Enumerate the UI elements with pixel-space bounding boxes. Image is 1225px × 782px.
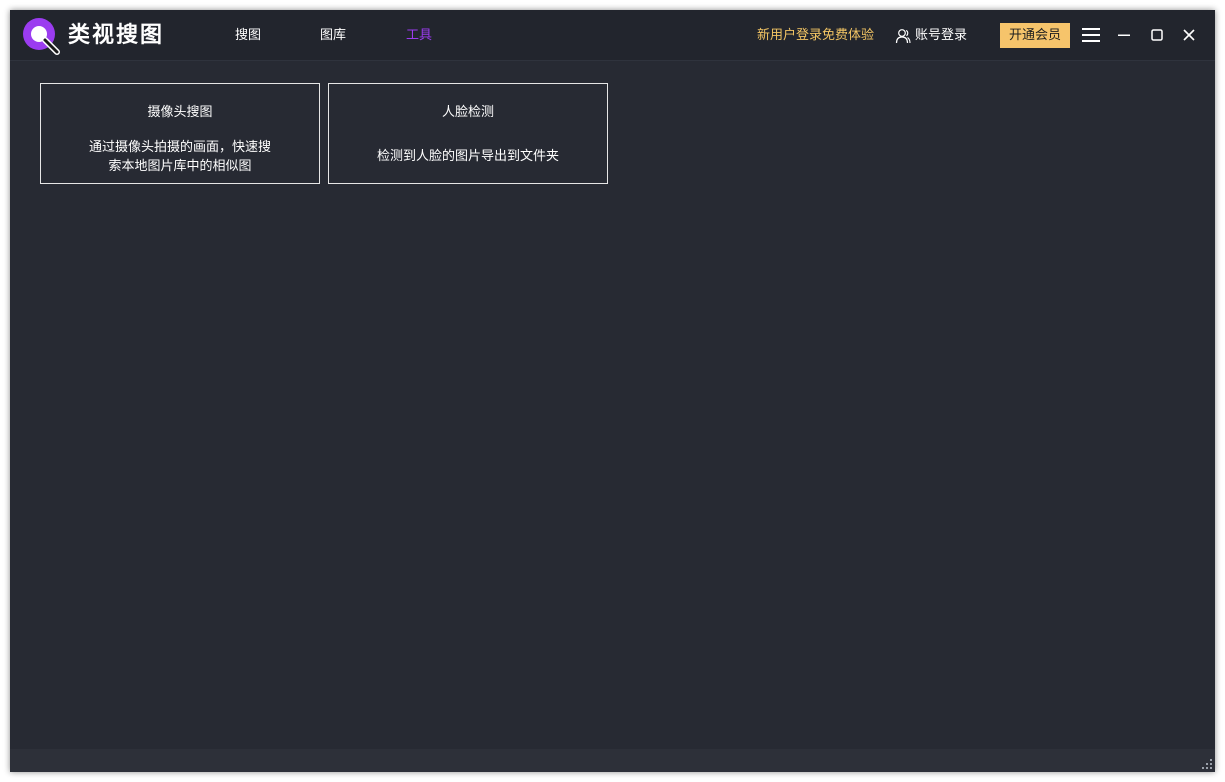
tool-card-title: 摄像头搜图	[147, 105, 213, 120]
tool-card-face-detection[interactable]: 人脸检测 检测到人脸的图片导出到文件夹	[328, 83, 608, 184]
maximize-icon[interactable]	[1146, 24, 1168, 46]
open-vip-button[interactable]: 开通会员	[1000, 23, 1070, 48]
tool-card-title: 人脸检测	[441, 105, 494, 120]
tab-tools[interactable]: 工具	[406, 26, 432, 46]
promo-login-link[interactable]: 新用户登录免费体验	[757, 26, 874, 46]
hamburger-menu-icon[interactable]	[1080, 24, 1102, 46]
tool-card-description: 检测到人脸的图片导出到文件夹	[376, 149, 559, 164]
app-title: 类视搜图	[68, 22, 165, 48]
account-login-label: 账号登录	[915, 28, 968, 43]
tab-gallery[interactable]: 图库	[320, 26, 346, 46]
user-icon	[895, 29, 911, 44]
title-bar[interactable]: 类视搜图 搜图 图库 工具 新用户登录免费体验 账号登录 开通会员	[10, 10, 1215, 61]
tab-search[interactable]: 搜图	[235, 26, 261, 46]
tool-card-description: 通过摄像头拍摄的画面，快速搜索本地图片库中的相似图	[88, 140, 271, 174]
close-icon[interactable]	[1178, 24, 1200, 46]
resize-grip-icon[interactable]	[1202, 759, 1212, 769]
status-bar	[10, 749, 1215, 772]
tool-card-camera-search[interactable]: 摄像头搜图 通过摄像头拍摄的画面，快速搜索本地图片库中的相似图	[40, 83, 320, 184]
account-login-button[interactable]: 账号登录	[895, 26, 967, 46]
app-window: 类视搜图 搜图 图库 工具 新用户登录免费体验 账号登录 开通会员 摄像头搜图 …	[10, 10, 1215, 772]
magnifier-logo-icon	[23, 18, 60, 55]
minimize-icon[interactable]	[1113, 24, 1135, 46]
